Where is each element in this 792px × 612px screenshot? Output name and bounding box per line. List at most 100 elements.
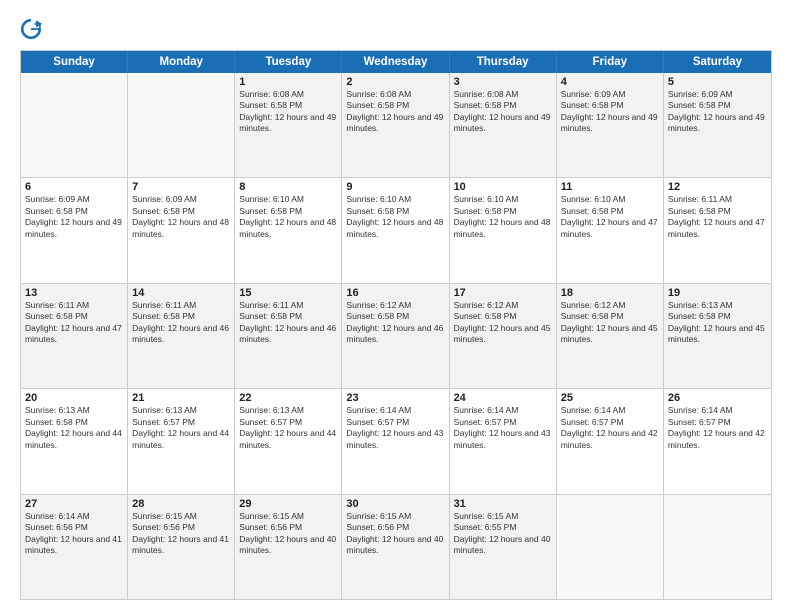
day-info: Sunrise: 6:09 AM Sunset: 6:58 PM Dayligh…: [668, 89, 767, 135]
weekday-header: Tuesday: [235, 51, 342, 73]
calendar-cell: 15Sunrise: 6:11 AM Sunset: 6:58 PM Dayli…: [235, 284, 342, 388]
day-info: Sunrise: 6:09 AM Sunset: 6:58 PM Dayligh…: [25, 194, 123, 240]
calendar-cell: 27Sunrise: 6:14 AM Sunset: 6:56 PM Dayli…: [21, 495, 128, 599]
weekday-header: Thursday: [450, 51, 557, 73]
calendar-cell: 9Sunrise: 6:10 AM Sunset: 6:58 PM Daylig…: [342, 178, 449, 282]
calendar-cell: 4Sunrise: 6:09 AM Sunset: 6:58 PM Daylig…: [557, 73, 664, 177]
calendar-cell: 8Sunrise: 6:10 AM Sunset: 6:58 PM Daylig…: [235, 178, 342, 282]
day-info: Sunrise: 6:10 AM Sunset: 6:58 PM Dayligh…: [561, 194, 659, 240]
weekday-header: Saturday: [664, 51, 771, 73]
calendar: SundayMondayTuesdayWednesdayThursdayFrid…: [20, 50, 772, 600]
day-info: Sunrise: 6:11 AM Sunset: 6:58 PM Dayligh…: [239, 300, 337, 346]
day-info: Sunrise: 6:10 AM Sunset: 6:58 PM Dayligh…: [239, 194, 337, 240]
page: SundayMondayTuesdayWednesdayThursdayFrid…: [0, 0, 792, 612]
weekday-header: Friday: [557, 51, 664, 73]
calendar-cell: 19Sunrise: 6:13 AM Sunset: 6:58 PM Dayli…: [664, 284, 771, 388]
day-number: 23: [346, 392, 444, 404]
day-info: Sunrise: 6:10 AM Sunset: 6:58 PM Dayligh…: [346, 194, 444, 240]
day-number: 12: [668, 181, 767, 193]
weekday-header: Sunday: [21, 51, 128, 73]
calendar-row: 13 Sunrise: 6:11 AM Sunset: 6:58 PM Dayli…: [21, 283, 771, 388]
weekday-header: Monday: [128, 51, 235, 73]
day-number: 18: [561, 287, 659, 299]
calendar-cell: 14Sunrise: 6:11 AM Sunset: 6:58 PM Dayli…: [128, 284, 235, 388]
day-number: 17: [454, 287, 552, 299]
logo-icon: [20, 18, 42, 40]
day-number: 26: [668, 392, 767, 404]
day-number: 19: [668, 287, 767, 299]
calendar-cell: 21Sunrise: 6:13 AM Sunset: 6:57 PM Dayli…: [128, 389, 235, 493]
day-info: Sunrise: 6:12 AM Sunset: 6:58 PM Dayligh…: [346, 300, 444, 346]
calendar-cell: 16Sunrise: 6:12 AM Sunset: 6:58 PM Dayli…: [342, 284, 449, 388]
day-info: Sunrise: 6:13 AM Sunset: 6:57 PM Dayligh…: [239, 405, 337, 451]
calendar-row: 6Sunrise: 6:09 AM Sunset: 6:58 PM Daylig…: [21, 177, 771, 282]
calendar-cell: 24Sunrise: 6:14 AM Sunset: 6:57 PM Dayli…: [450, 389, 557, 493]
day-number: 10: [454, 181, 552, 193]
day-info: Sunrise: 6:11 AM Sunset: 6:58 PM Dayligh…: [132, 300, 230, 346]
day-number: 27: [25, 498, 123, 510]
day-info: Sunrise: 6:08 AM Sunset: 6:58 PM Dayligh…: [346, 89, 444, 135]
day-number: 2: [346, 76, 444, 88]
day-info: Sunrise: 6:13 AM Sunset: 6:58 PM Dayligh…: [668, 300, 767, 346]
calendar-cell: [21, 73, 128, 177]
day-number: 8: [239, 181, 337, 193]
calendar-cell: 11Sunrise: 6:10 AM Sunset: 6:58 PM Dayli…: [557, 178, 664, 282]
calendar-row: 20Sunrise: 6:13 AM Sunset: 6:58 PM Dayli…: [21, 388, 771, 493]
day-number: 31: [454, 498, 552, 510]
calendar-cell: 6Sunrise: 6:09 AM Sunset: 6:58 PM Daylig…: [21, 178, 128, 282]
calendar-cell: [664, 495, 771, 599]
day-number: 24: [454, 392, 552, 404]
calendar-cell: 13Sunrise: 6:11 AM Sunset: 6:58 PM Dayli…: [21, 284, 128, 388]
day-number: 21: [132, 392, 230, 404]
day-info: Sunrise: 6:15 AM Sunset: 6:55 PM Dayligh…: [454, 511, 552, 557]
calendar-cell: 29Sunrise: 6:15 AM Sunset: 6:56 PM Dayli…: [235, 495, 342, 599]
day-number: 28: [132, 498, 230, 510]
day-number: 29: [239, 498, 337, 510]
calendar-cell: 25Sunrise: 6:14 AM Sunset: 6:57 PM Dayli…: [557, 389, 664, 493]
calendar-cell: 20Sunrise: 6:13 AM Sunset: 6:58 PM Dayli…: [21, 389, 128, 493]
calendar-cell: 26Sunrise: 6:14 AM Sunset: 6:57 PM Dayli…: [664, 389, 771, 493]
day-info: Sunrise: 6:11 AM Sunset: 6:58 PM Dayligh…: [668, 194, 767, 240]
day-info: Sunrise: 6:09 AM Sunset: 6:58 PM Dayligh…: [132, 194, 230, 240]
day-number: 15: [239, 287, 337, 299]
day-number: 22: [239, 392, 337, 404]
day-number: 13: [25, 287, 123, 299]
calendar-row: 1Sunrise: 6:08 AM Sunset: 6:58 PM Daylig…: [21, 73, 771, 177]
calendar-cell: 12Sunrise: 6:11 AM Sunset: 6:58 PM Dayli…: [664, 178, 771, 282]
day-info: Sunrise: 6:13 AM Sunset: 6:58 PM Dayligh…: [25, 405, 123, 451]
day-info: Sunrise: 6:08 AM Sunset: 6:58 PM Dayligh…: [454, 89, 552, 135]
day-info: Sunrise: 6:09 AM Sunset: 6:58 PM Dayligh…: [561, 89, 659, 135]
weekday-header: Wednesday: [342, 51, 449, 73]
day-info: Sunrise: 6:08 AM Sunset: 6:58 PM Dayligh…: [239, 89, 337, 135]
day-info: Sunrise: 6:13 AM Sunset: 6:57 PM Dayligh…: [132, 405, 230, 451]
day-number: 7: [132, 181, 230, 193]
calendar-cell: 2Sunrise: 6:08 AM Sunset: 6:58 PM Daylig…: [342, 73, 449, 177]
day-info: Sunrise: 6:15 AM Sunset: 6:56 PM Dayligh…: [132, 511, 230, 557]
day-number: 1: [239, 76, 337, 88]
calendar-cell: 1Sunrise: 6:08 AM Sunset: 6:58 PM Daylig…: [235, 73, 342, 177]
calendar-row: 27Sunrise: 6:14 AM Sunset: 6:56 PM Dayli…: [21, 494, 771, 599]
calendar-cell: [557, 495, 664, 599]
calendar-cell: 18Sunrise: 6:12 AM Sunset: 6:58 PM Dayli…: [557, 284, 664, 388]
day-info: Sunrise: 6:14 AM Sunset: 6:56 PM Dayligh…: [25, 511, 123, 557]
logo: [20, 18, 46, 40]
calendar-cell: 23Sunrise: 6:14 AM Sunset: 6:57 PM Dayli…: [342, 389, 449, 493]
calendar-header: SundayMondayTuesdayWednesdayThursdayFrid…: [21, 51, 771, 73]
calendar-cell: 30Sunrise: 6:15 AM Sunset: 6:56 PM Dayli…: [342, 495, 449, 599]
day-info: Sunrise: 6:12 AM Sunset: 6:58 PM Dayligh…: [561, 300, 659, 346]
day-number: 4: [561, 76, 659, 88]
day-number: 30: [346, 498, 444, 510]
day-number: 9: [346, 181, 444, 193]
day-number: 5: [668, 76, 767, 88]
day-number: 14: [132, 287, 230, 299]
calendar-cell: 7Sunrise: 6:09 AM Sunset: 6:58 PM Daylig…: [128, 178, 235, 282]
day-number: 6: [25, 181, 123, 193]
day-info: Sunrise: 6:15 AM Sunset: 6:56 PM Dayligh…: [346, 511, 444, 557]
day-info: Sunrise: 6:14 AM Sunset: 6:57 PM Dayligh…: [668, 405, 767, 451]
day-number: 3: [454, 76, 552, 88]
calendar-cell: [128, 73, 235, 177]
day-number: 20: [25, 392, 123, 404]
calendar-cell: 5Sunrise: 6:09 AM Sunset: 6:58 PM Daylig…: [664, 73, 771, 177]
calendar-body: 1Sunrise: 6:08 AM Sunset: 6:58 PM Daylig…: [21, 73, 771, 599]
calendar-cell: 28Sunrise: 6:15 AM Sunset: 6:56 PM Dayli…: [128, 495, 235, 599]
